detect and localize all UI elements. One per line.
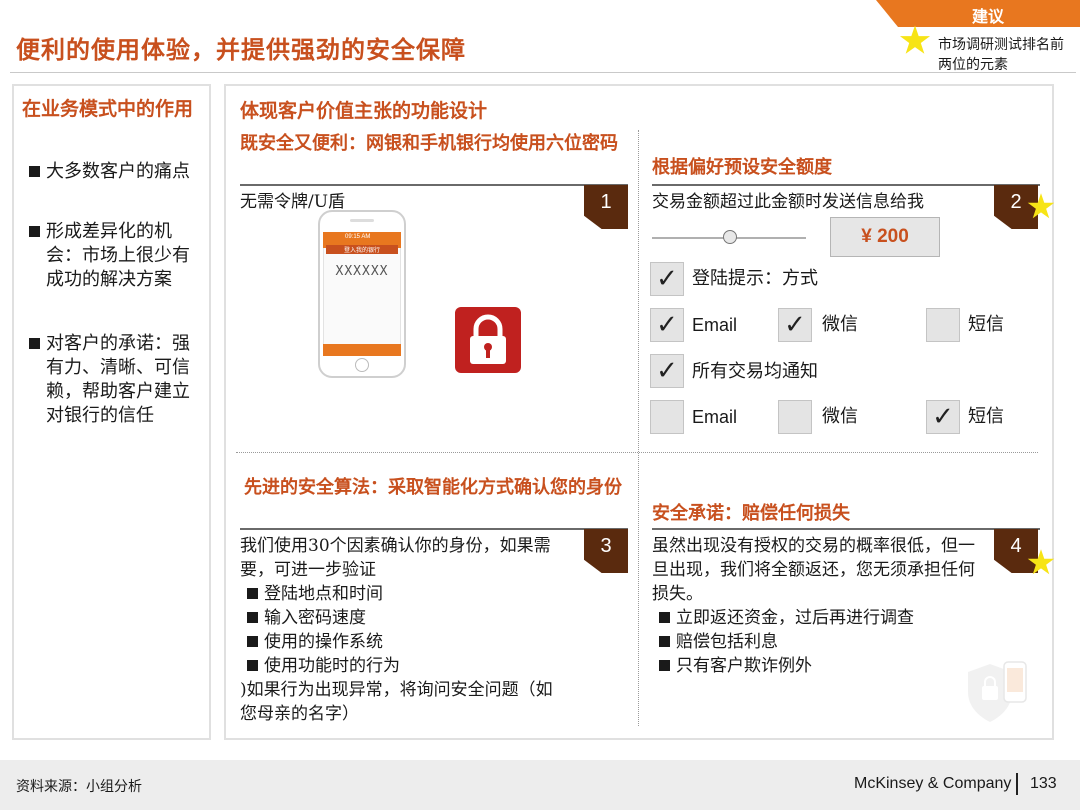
bullet-square-icon bbox=[659, 660, 670, 671]
q4-bullet: 立即返还资金，过后再进行调查 bbox=[656, 606, 996, 630]
page-number: 133 bbox=[1030, 775, 1057, 792]
shield-phone-icon bbox=[968, 661, 1027, 722]
q3-bullet: 使用功能时的行为 bbox=[244, 654, 604, 678]
login-alert-checkbox[interactable]: ✓ bbox=[650, 262, 684, 296]
all-transactions-checkbox[interactable]: ✓ bbox=[650, 354, 684, 388]
page-title: 便利的使用体验，并提供强劲的安全保障 bbox=[16, 35, 466, 64]
q4-intro: 虽然出现没有授权的交易的概率很低，但一旦出现，我们将全额返还，您无须承担任何损失… bbox=[652, 536, 975, 604]
q4-bullet-text: 立即返还资金，过后再进行调查 bbox=[676, 608, 914, 628]
q3-bullet-text: 使用的操作系统 bbox=[264, 632, 383, 652]
q2-rule bbox=[652, 184, 1040, 186]
bullet-square-icon bbox=[659, 612, 670, 623]
left-panel-heading: 在业务模式中的作用 bbox=[22, 98, 194, 120]
txn-email-label: Email bbox=[692, 407, 738, 427]
footer-company: McKinsey & Company bbox=[854, 775, 1012, 792]
phone-home-button bbox=[355, 358, 369, 372]
bullet-square-icon bbox=[659, 636, 670, 647]
q2-title: 根据偏好预设安全额度 bbox=[652, 157, 832, 178]
q1-rule bbox=[240, 184, 628, 186]
txn-sms-checkbox[interactable]: ✓ bbox=[926, 400, 960, 434]
quadrant-divider-horizontal bbox=[236, 452, 1038, 453]
q3-bullet-text: 使用功能时的行为 bbox=[264, 656, 400, 676]
login-sms-label: 短信 bbox=[968, 314, 1004, 335]
q4-bullet-text: 只有客户欺诈例外 bbox=[676, 656, 812, 676]
bullet-square-icon bbox=[29, 226, 40, 237]
txn-email-checkbox[interactable] bbox=[650, 400, 684, 434]
login-sms-checkbox[interactable] bbox=[926, 308, 960, 342]
phone-password-code: XXXXXX bbox=[335, 264, 389, 279]
left-bullet-text: 对客户的承诺：强有力、清晰、可信赖，帮助客户建立对银行的信任 bbox=[46, 333, 190, 426]
bullet-square-icon bbox=[247, 660, 258, 671]
q3-bullet-text: 输入密码速度 bbox=[264, 608, 366, 628]
txn-sms-label: 短信 bbox=[968, 406, 1004, 427]
login-wechat-label: 微信 bbox=[822, 314, 858, 335]
q4-bullet-list: 立即返还资金，过后再进行调查 赔偿包括利息 只有客户欺诈例外 bbox=[656, 606, 996, 678]
star-icon bbox=[899, 25, 931, 54]
login-email-checkbox[interactable]: ✓ bbox=[650, 308, 684, 342]
bullet-square-icon bbox=[247, 636, 258, 647]
left-bullet-text: 大多数客户的痛点 bbox=[46, 161, 190, 182]
tag-note: 市场调研测试排名前两位的元素 bbox=[938, 37, 1064, 73]
q3-bullet-list: 登陆地点和时间 输入密码速度 使用的操作系统 使用功能时的行为 bbox=[244, 582, 604, 678]
left-bullet: 形成差异化的机会：市场上很少有成功的解决方案 bbox=[26, 220, 202, 292]
padlock-icon bbox=[455, 307, 521, 373]
phone-tab-bar bbox=[323, 344, 401, 356]
phone-speaker bbox=[350, 219, 374, 222]
login-wechat-checkbox[interactable]: ✓ bbox=[778, 308, 812, 342]
q2-text: 交易金额超过此金额时发送信息给我 bbox=[652, 192, 924, 212]
bullet-square-icon bbox=[247, 588, 258, 599]
left-bullet: 大多数客户的痛点 bbox=[26, 160, 202, 184]
q4-bullet: 赔偿包括利息 bbox=[656, 630, 996, 654]
q3-bullet: 登陆地点和时间 bbox=[244, 582, 604, 606]
q1-title: 既安全又便利：网银和手机银行均使用六位密码 bbox=[240, 133, 618, 154]
quadrant-divider-vertical bbox=[638, 130, 639, 726]
q3-title: 先进的安全算法：采取智能化方式确认您的身份 bbox=[244, 477, 622, 498]
q4-rule bbox=[652, 528, 1040, 530]
footer-source: 资料来源：小组分析 bbox=[16, 779, 142, 795]
left-bullet-text: 形成差异化的机会：市场上很少有成功的解决方案 bbox=[46, 221, 190, 290]
q3-outro: )如果行为出现异常，将询问安全问题（如您母亲的名字） bbox=[240, 680, 553, 724]
bullet-square-icon bbox=[247, 612, 258, 623]
star-icon bbox=[1027, 193, 1055, 219]
threshold-amount-field[interactable]: ¥ 200 bbox=[830, 217, 940, 257]
q4-title: 安全承诺：赔偿任何损失 bbox=[652, 503, 850, 524]
bullet-square-icon bbox=[29, 338, 40, 349]
txn-wechat-label: 微信 bbox=[822, 406, 858, 427]
q3-bullet: 使用的操作系统 bbox=[244, 630, 604, 654]
bullet-square-icon bbox=[29, 166, 40, 177]
q3-intro: 我们使用30个因素确认你的身份，如果需要，可进一步验证 bbox=[240, 536, 551, 580]
main-panel-heading: 体现客户价值主张的功能设计 bbox=[240, 100, 488, 122]
txn-wechat-checkbox[interactable] bbox=[778, 400, 812, 434]
footer-separator bbox=[1016, 773, 1018, 795]
phone-caption: 登入我的银行 bbox=[326, 245, 398, 254]
phone-time: 09:15 AM bbox=[345, 234, 371, 240]
q4-bullet-text: 赔偿包括利息 bbox=[676, 632, 778, 652]
login-alert-label: 登陆提示：方式 bbox=[692, 268, 818, 289]
all-transactions-label: 所有交易均通知 bbox=[692, 361, 818, 382]
title-divider bbox=[10, 72, 1076, 73]
amount-slider-handle[interactable] bbox=[723, 230, 737, 244]
star-icon bbox=[1027, 549, 1055, 575]
left-bullet: 对客户的承诺：强有力、清晰、可信赖，帮助客户建立对银行的信任 bbox=[26, 332, 202, 428]
q3-bullet-text: 登陆地点和时间 bbox=[264, 584, 383, 604]
recommendation-tag-label: 建议 bbox=[972, 7, 1005, 26]
q3-bullet: 输入密码速度 bbox=[244, 606, 604, 630]
q4-bullet: 只有客户欺诈例外 bbox=[656, 654, 996, 678]
q3-rule bbox=[240, 528, 628, 530]
login-email-label: Email bbox=[692, 315, 738, 335]
